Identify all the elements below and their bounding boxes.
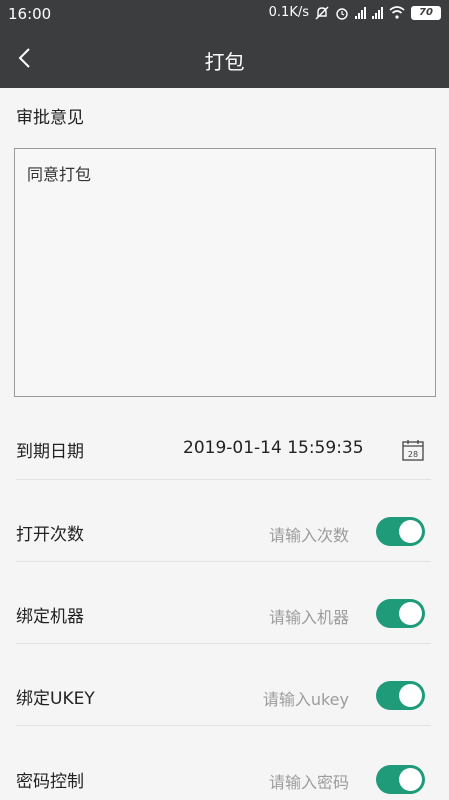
divider bbox=[16, 643, 431, 644]
bind-ukey-label: 绑定UKEY bbox=[16, 689, 95, 709]
calendar-icon[interactable]: 28 bbox=[401, 438, 425, 462]
wifi-icon bbox=[389, 6, 405, 19]
divider bbox=[16, 561, 431, 562]
setting-row-bind-ukey: 绑定UKEY 请输入ukey bbox=[0, 654, 449, 736]
mute-icon bbox=[315, 6, 329, 19]
setting-row-bind-machine: 绑定机器 请输入机器 bbox=[0, 572, 449, 654]
status-bar: 16:00 0.1K/s 70 bbox=[0, 0, 449, 30]
page-title: 打包 bbox=[204, 50, 245, 74]
battery-icon: 70 bbox=[411, 5, 441, 20]
status-icons: 0.1K/s 70 bbox=[269, 5, 441, 20]
approval-comment-text: 同意打包 bbox=[27, 165, 92, 184]
toggle-knob bbox=[399, 768, 422, 791]
toggle-knob bbox=[399, 684, 422, 707]
bind-machine-label: 绑定机器 bbox=[16, 607, 84, 627]
bind-ukey-toggle[interactable] bbox=[376, 681, 425, 710]
toggle-knob bbox=[399, 520, 422, 543]
approval-comment-field[interactable]: 同意打包 bbox=[14, 148, 436, 397]
net-speed: 0.1K/s bbox=[268, 5, 309, 20]
expiry-date-value[interactable]: 2019-01-14 15:59:35 bbox=[183, 438, 364, 458]
expiry-date-label: 到期日期 bbox=[16, 442, 84, 462]
bind-machine-toggle[interactable] bbox=[376, 599, 425, 628]
status-time: 16:00 bbox=[8, 5, 52, 23]
signal-icon bbox=[355, 6, 366, 19]
calendar-day: 28 bbox=[408, 450, 418, 459]
bind-machine-input[interactable]: 请输入机器 bbox=[269, 604, 349, 628]
approval-label: 审批意见 bbox=[16, 108, 84, 128]
password-control-input[interactable]: 请输入密码 bbox=[269, 769, 349, 793]
password-control-label: 密码控制 bbox=[16, 772, 84, 792]
divider bbox=[16, 725, 431, 726]
divider bbox=[16, 479, 431, 480]
open-count-toggle[interactable] bbox=[376, 517, 425, 546]
top-bar: 16:00 0.1K/s 70 打包 bbox=[0, 0, 449, 88]
setting-row-open-count: 打开次数 请输入次数 bbox=[0, 490, 449, 572]
setting-row-password-control: 密码控制 请输入密码 bbox=[0, 736, 449, 800]
alarm-icon bbox=[336, 7, 348, 20]
open-count-label: 打开次数 bbox=[16, 525, 84, 545]
toggle-knob bbox=[399, 602, 422, 625]
bind-ukey-input[interactable]: 请输入ukey bbox=[263, 686, 349, 710]
signal-icon bbox=[372, 6, 383, 19]
open-count-input[interactable]: 请输入次数 bbox=[269, 522, 349, 546]
nav-bar: 打包 bbox=[0, 30, 449, 88]
expiry-date-row: 到期日期 2019-01-14 15:59:35 28 bbox=[0, 407, 449, 489]
password-control-toggle[interactable] bbox=[376, 765, 425, 794]
